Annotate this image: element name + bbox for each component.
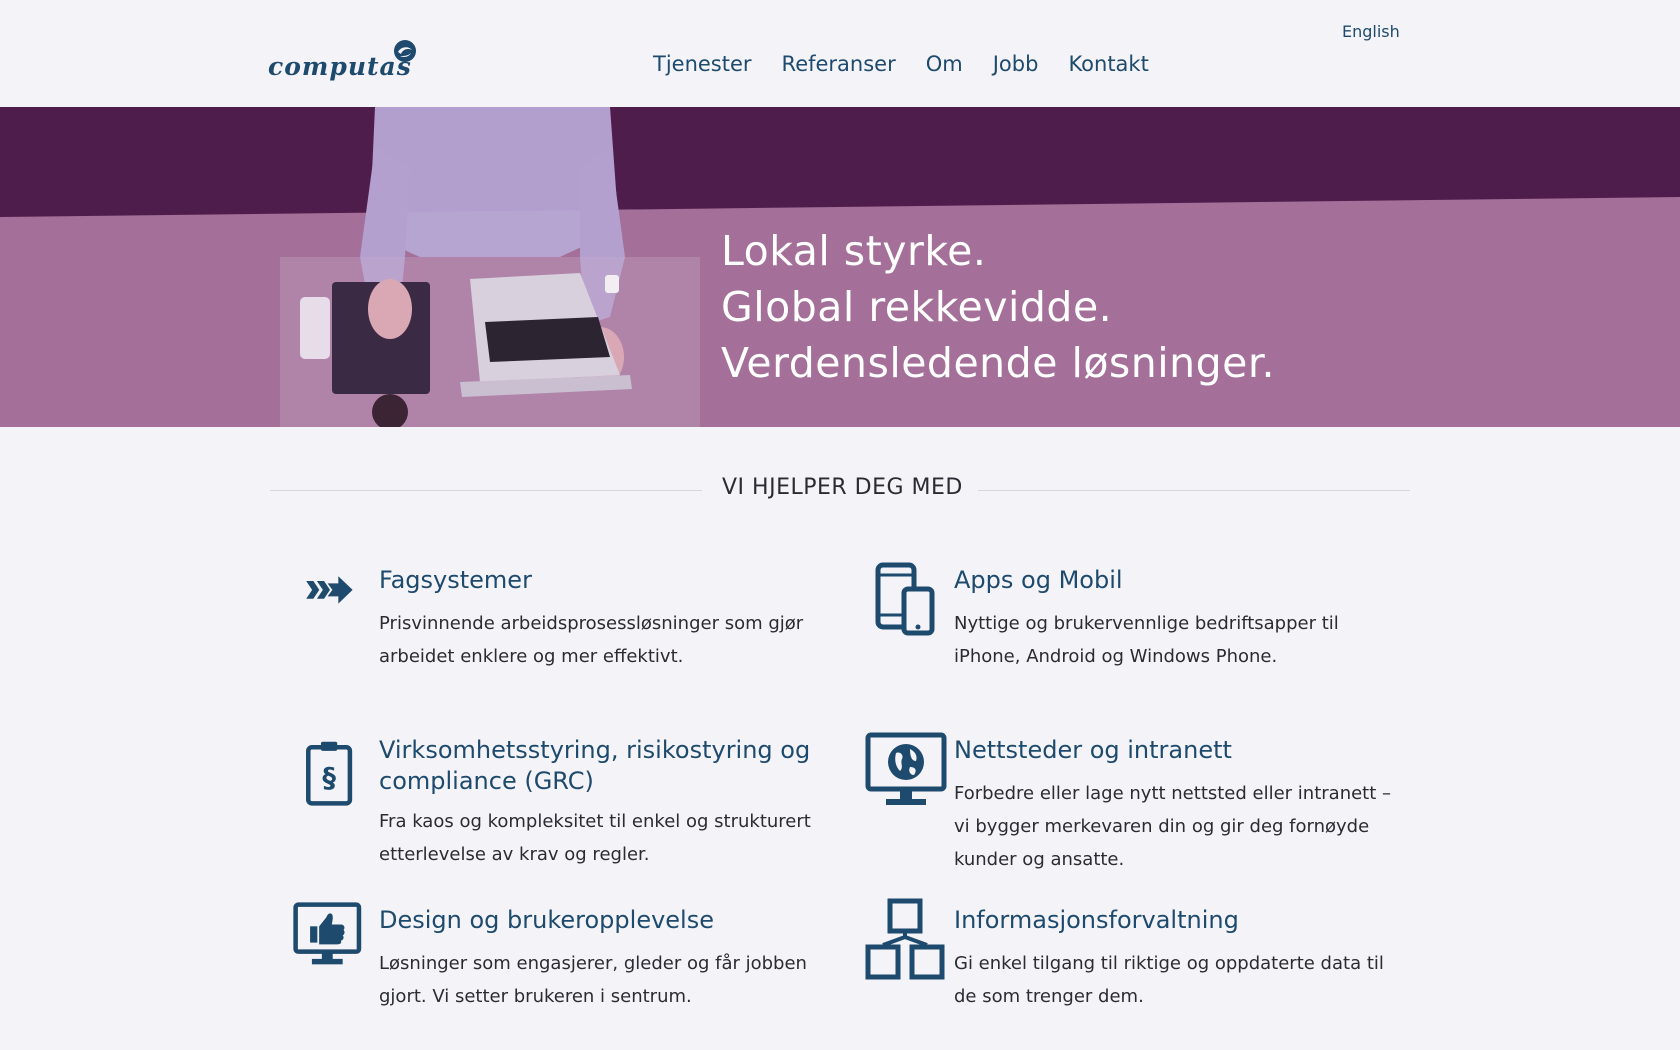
hero-banner: Lokal styrke. Global rekkevidde. Verdens… <box>0 107 1680 427</box>
nav-tjenester[interactable]: Tjenester <box>653 52 752 76</box>
service-description: Gi enkel tilgang til riktige og oppdater… <box>954 953 1384 1007</box>
service-title: Informasjonsforvaltning <box>954 906 1239 934</box>
service-description: Forbedre eller lage nytt nettsted eller … <box>954 783 1392 870</box>
service-apps-og-mobil[interactable]: Apps og Mobil Nyttige og brukervennlige … <box>864 562 1404 685</box>
service-title: Apps og Mobil <box>954 566 1123 594</box>
clipboard-paragraph-icon: § <box>306 741 353 806</box>
language-link[interactable]: English <box>1342 22 1400 41</box>
service-design-og-brukeropplevelse[interactable]: Design og brukeropplevelse Løsninger som… <box>288 902 828 1025</box>
service-informasjonsforvaltning[interactable]: Informasjonsforvaltning Gi enkel tilgang… <box>864 898 1404 1025</box>
thumbs-up-monitor-icon <box>293 902 362 965</box>
hero-line-2: Global rekkevidde. <box>721 283 1113 331</box>
hero-headline: Lokal styrke. Global rekkevidde. Verdens… <box>721 223 1275 391</box>
hero-line-1: Lokal styrke. <box>721 227 987 275</box>
nav-jobb[interactable]: Jobb <box>993 52 1039 76</box>
service-grc[interactable]: § Virksomhetsstyring, risikostyring og c… <box>288 735 848 875</box>
divider-right <box>978 490 1410 491</box>
service-fagsystemer[interactable]: Fagsystemer Prisvinnende arbeidsprosessl… <box>288 565 828 685</box>
nav-referanser[interactable]: Referanser <box>782 52 896 76</box>
service-description: Prisvinnende arbeidsprosessløsninger som… <box>379 613 804 667</box>
globe-monitor-icon <box>865 732 947 805</box>
nav-kontakt[interactable]: Kontakt <box>1068 52 1148 76</box>
hero-line-3: Verdensledende løsninger. <box>721 339 1276 387</box>
service-title: Nettsteder og intranett <box>954 736 1232 764</box>
service-title: Fagsystemer <box>379 566 532 594</box>
service-nettsteder-og-intranett[interactable]: Nettsteder og intranett Forbedre eller l… <box>864 732 1404 875</box>
nav-om[interactable]: Om <box>926 52 963 76</box>
divider-left <box>270 490 702 491</box>
service-title: Virksomhetsstyring, risikostyring og com… <box>379 736 811 795</box>
hero-photo-person-laptop <box>280 107 700 427</box>
section-title: VI HJELPER DEG MED <box>722 475 963 500</box>
computas-logo[interactable]: computas <box>268 38 428 88</box>
hierarchy-icon <box>865 898 945 980</box>
logo-swirl-icon <box>394 40 416 62</box>
mobile-devices-icon <box>875 562 935 636</box>
logo-text: computas <box>268 52 412 81</box>
arrows-icon <box>306 576 353 604</box>
svg-text:§: § <box>322 763 336 794</box>
service-title: Design og brukeropplevelse <box>379 906 714 934</box>
service-description: Fra kaos og kompleksitet til enkel og st… <box>379 811 811 865</box>
services-heading: VI HJELPER DEG MED <box>270 475 1410 505</box>
site-header: computas Tjenester Referanser Om Jobb Ko… <box>0 0 1680 107</box>
service-description: Nyttige og brukervennlige bedriftsapper … <box>954 613 1339 667</box>
main-nav: Tjenester Referanser Om Jobb Kontakt <box>653 52 1149 76</box>
service-description: Løsninger som engasjerer, gleder og får … <box>379 953 807 1007</box>
